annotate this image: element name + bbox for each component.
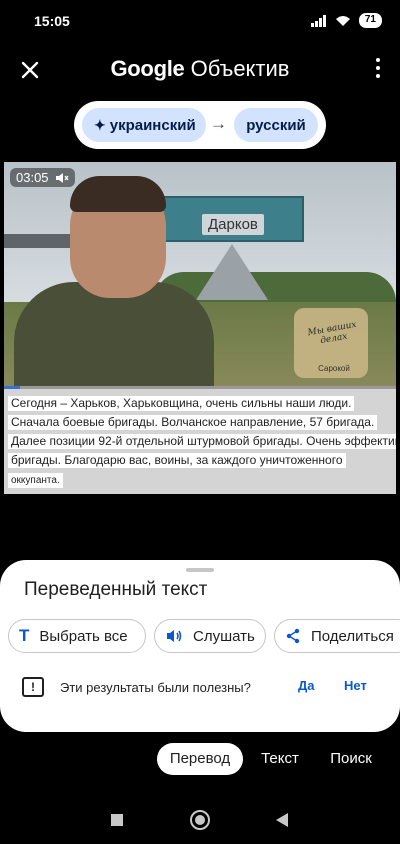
caption-line[interactable]: Сегодня – Харьков, Харьковщина, очень си… bbox=[8, 396, 355, 411]
status-time: 15:05 bbox=[34, 13, 70, 29]
signal-icon bbox=[310, 14, 326, 27]
back-icon[interactable] bbox=[276, 813, 288, 827]
wifi-icon bbox=[335, 15, 350, 26]
feedback-row: ! Эти результаты были полезны? Да Нет bbox=[22, 673, 382, 701]
target-language-label: русский bbox=[246, 116, 306, 134]
feedback-yes-button[interactable]: Да bbox=[298, 678, 315, 693]
share-icon bbox=[286, 628, 300, 644]
tab-text[interactable]: Текст bbox=[254, 743, 306, 775]
video-time-label: 03:05 bbox=[16, 170, 49, 185]
translated-image[interactable]: Дарков Мы ваших делах Сарокой 03:05 Сего… bbox=[4, 162, 396, 494]
image-monument bbox=[196, 244, 268, 300]
select-all-button[interactable]: T Выбрать все bbox=[8, 619, 146, 653]
product-name: Объектив bbox=[190, 56, 290, 81]
sign-translation[interactable]: Дарков bbox=[202, 214, 264, 235]
source-language-button[interactable]: ✦ украинский bbox=[82, 108, 206, 142]
tab-translate[interactable]: Перевод bbox=[157, 743, 243, 775]
status-icons: 71 bbox=[310, 13, 382, 28]
translated-text-sheet: Переведенный текст T Выбрать все Слушать… bbox=[0, 560, 400, 732]
sparkle-icon: ✦ bbox=[94, 116, 106, 133]
share-label: Поделиться bbox=[311, 627, 394, 645]
system-nav-bar bbox=[0, 796, 400, 844]
listen-label: Слушать bbox=[193, 627, 255, 645]
image-person-hair bbox=[70, 176, 166, 212]
brand-logo: Google bbox=[110, 56, 185, 81]
mode-tabs: Перевод Текст Поиск bbox=[0, 743, 400, 775]
target-language-button[interactable]: русский bbox=[234, 108, 318, 142]
share-button[interactable]: Поделиться bbox=[274, 619, 400, 653]
feedback-question: Эти результаты были полезны? bbox=[60, 679, 251, 695]
app-title: Google Объектив bbox=[0, 56, 400, 82]
status-bar: 15:05 71 bbox=[0, 0, 400, 44]
caption-line[interactable]: оккупанта. bbox=[8, 473, 63, 488]
text-select-icon: T bbox=[19, 626, 30, 645]
video-progress-bar[interactable] bbox=[4, 386, 396, 389]
sheet-drag-handle[interactable] bbox=[186, 568, 214, 572]
battery-icon: 71 bbox=[358, 13, 382, 28]
tab-search[interactable]: Поиск bbox=[322, 743, 380, 775]
language-bar: ✦ украинский → русский bbox=[74, 101, 326, 149]
feedback-icon: ! bbox=[22, 677, 44, 697]
listen-button[interactable]: Слушать bbox=[154, 619, 266, 653]
top-bar: Google Объектив bbox=[0, 50, 400, 90]
caption-line[interactable]: бригады. Благодарю вас, воины, за каждог… bbox=[8, 453, 346, 468]
recents-icon[interactable] bbox=[111, 814, 123, 826]
caption-block[interactable]: Сегодня – Харьков, Харьковщина, очень си… bbox=[8, 394, 396, 490]
sheet-title: Переведенный текст bbox=[24, 579, 208, 600]
feedback-no-button[interactable]: Нет bbox=[344, 678, 367, 693]
video-progress-fill bbox=[4, 386, 20, 389]
image-person-body bbox=[14, 282, 214, 392]
select-all-label: Выбрать все bbox=[39, 627, 128, 645]
speaker-icon bbox=[167, 630, 182, 642]
source-language-label: украинский bbox=[109, 116, 196, 134]
caption-line[interactable]: Сначала боевые бригады. Волчанское напра… bbox=[8, 415, 378, 430]
logo-subtext: Сарокой bbox=[318, 364, 350, 373]
more-vert-icon[interactable] bbox=[374, 58, 382, 82]
home-icon[interactable] bbox=[190, 810, 210, 830]
arrow-right-icon: → bbox=[210, 114, 227, 133]
muted-speaker-icon bbox=[55, 172, 69, 183]
video-timestamp: 03:05 bbox=[10, 168, 75, 187]
caption-line[interactable]: Далее позиции 92-й отдельной штурмовой б… bbox=[8, 434, 396, 449]
